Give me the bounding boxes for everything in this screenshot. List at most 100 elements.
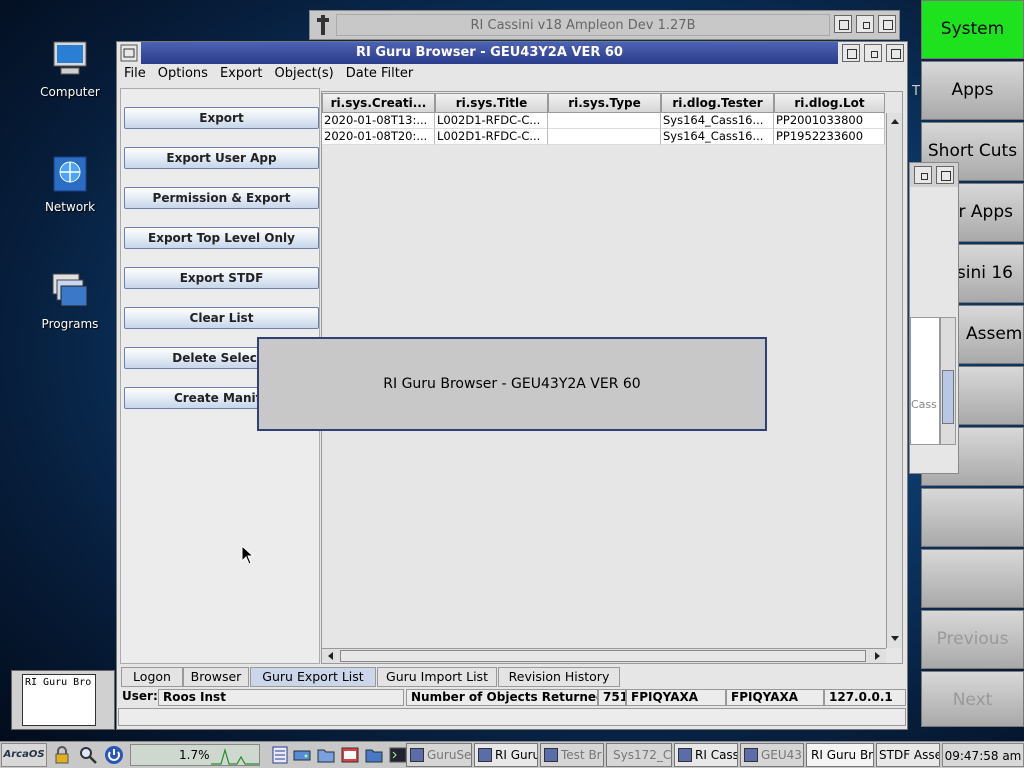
task-label: GEU43 xyxy=(761,748,802,762)
thumbnail-label: RI Guru Bro xyxy=(25,677,92,688)
taskbar-item-geu43[interactable]: GEU43 xyxy=(740,743,804,767)
terminal-icon[interactable] xyxy=(388,745,408,765)
menu-options[interactable]: Options xyxy=(152,64,214,84)
taskbar-item-ri-cass[interactable]: RI Cass xyxy=(674,743,738,767)
export-top-level-button[interactable]: Export Top Level Only xyxy=(124,227,319,249)
clear-list-button[interactable]: Clear List xyxy=(124,307,319,329)
vertical-scrollbar[interactable] xyxy=(886,113,902,648)
window-icon xyxy=(544,748,558,762)
export-user-app-button[interactable]: Export User App xyxy=(124,147,319,169)
scroll-right-icon[interactable] xyxy=(872,650,884,662)
apps-button[interactable]: Apps xyxy=(921,61,1024,120)
objects-returned-label: Number of Objects Returned = xyxy=(406,689,598,706)
window-thumbnail[interactable]: RI Guru Bro xyxy=(11,670,115,730)
partial-window: Cass xyxy=(909,162,959,474)
scroll-up-icon[interactable] xyxy=(889,115,901,127)
tab-guru-export-list[interactable]: Guru Export List xyxy=(250,667,376,687)
desktop-icon-network[interactable]: Network xyxy=(20,155,120,214)
scroll-left-icon[interactable] xyxy=(324,650,336,662)
menu-file[interactable]: File xyxy=(118,64,152,84)
menu-objects[interactable]: Object(s) xyxy=(269,64,340,84)
permission-export-button[interactable]: Permission & Export xyxy=(124,187,319,209)
column-header[interactable]: ri.dlog.Tester xyxy=(661,93,774,113)
partial-window-titlebar[interactable] xyxy=(910,163,958,187)
task-label: Test Br xyxy=(561,748,602,762)
task-label: GuruSe xyxy=(427,748,472,762)
network-icon xyxy=(53,156,87,192)
programs-icon xyxy=(52,273,88,307)
start-button[interactable]: ArcaOS xyxy=(1,743,47,767)
cassini-window: RI Cassini v18 Ampleon Dev 1.27B xyxy=(309,10,900,40)
next-button[interactable]: Next xyxy=(921,671,1024,727)
web-icon[interactable] xyxy=(340,745,360,765)
tab-logon[interactable]: Logon xyxy=(121,667,183,687)
window-menu-icon[interactable] xyxy=(120,44,138,62)
maximize-button[interactable] xyxy=(936,166,954,184)
blank-button-4[interactable] xyxy=(921,549,1024,608)
task-label: STDF Asse xyxy=(879,748,940,762)
table-cell: L002D1-RFDC-C... xyxy=(435,113,548,129)
clock[interactable]: 09:47:58 am xyxy=(942,743,1024,767)
table-cell: L002D1-RFDC-C... xyxy=(435,129,548,145)
column-header[interactable]: ri.sys.Creati... xyxy=(322,93,435,113)
partial-scrollbar[interactable] xyxy=(940,317,956,445)
minimize-button[interactable] xyxy=(914,166,932,184)
window-icon xyxy=(478,748,492,762)
guru-browser-title[interactable]: RI Guru Browser - GEU43Y2A VER 60 xyxy=(141,42,838,64)
drive-icon[interactable] xyxy=(292,745,312,765)
column-header[interactable]: ri.dlog.Lot xyxy=(774,93,885,113)
home-folder-icon[interactable] xyxy=(364,745,384,765)
task-label: RI Guru xyxy=(495,748,538,762)
restore-button[interactable] xyxy=(834,15,852,33)
splash-text: RI Guru Browser - GEU43Y2A VER 60 xyxy=(383,376,641,392)
power-icon[interactable] xyxy=(104,745,124,765)
desktop-icon-programs[interactable]: Programs xyxy=(20,272,120,331)
scroll-down-icon[interactable] xyxy=(889,633,901,645)
maximize-button[interactable] xyxy=(886,44,904,62)
horizontal-scroll-thumb[interactable] xyxy=(340,650,866,662)
user-value: Roos Inst xyxy=(158,689,404,706)
taskbar-item-ri-guru-browser[interactable]: RI Guru Bro xyxy=(806,743,874,767)
app-icon xyxy=(317,15,329,35)
tab-browser[interactable]: Browser xyxy=(183,667,249,687)
export-button[interactable]: Export xyxy=(124,107,319,129)
cassini-window-title[interactable]: RI Cassini v18 Ampleon Dev 1.27B xyxy=(336,14,830,36)
column-header[interactable]: ri.sys.Title xyxy=(435,93,548,113)
taskbar-item-ri-guru[interactable]: RI Guru xyxy=(474,743,538,767)
user-label: User: xyxy=(122,689,158,703)
taskbar-item-gurusel[interactable]: GuruSe xyxy=(406,743,472,767)
taskbar-item-test-br[interactable]: Test Br xyxy=(540,743,604,767)
windows-list-icon[interactable] xyxy=(270,745,290,765)
taskbar-item-sys172[interactable]: Sys172_C xyxy=(606,743,672,767)
menu-date-filter[interactable]: Date Filter xyxy=(340,64,419,84)
export-stdf-button[interactable]: Export STDF xyxy=(124,267,319,289)
minimize-button[interactable] xyxy=(864,44,882,62)
desktop-icon-computer[interactable]: Computer xyxy=(20,40,120,99)
tab-guru-import-list[interactable]: Guru Import List xyxy=(377,667,497,687)
table-cell: 2020-01-08T13:... xyxy=(322,113,435,129)
minimize-button[interactable] xyxy=(856,15,874,33)
system-button[interactable]: System xyxy=(921,0,1024,59)
tab-revision-history[interactable]: Revision History xyxy=(498,667,620,687)
splash-dialog: RI Guru Browser - GEU43Y2A VER 60 xyxy=(257,337,767,431)
horizontal-scrollbar[interactable] xyxy=(322,648,886,663)
taskbar-item-stdf-asse[interactable]: STDF Asse xyxy=(876,743,940,767)
search-icon[interactable] xyxy=(78,745,98,765)
menu-export[interactable]: Export xyxy=(214,64,269,84)
column-header[interactable]: ri.sys.Type xyxy=(548,93,661,113)
cpu-meter: 1.7% xyxy=(130,744,260,766)
table-cell: 2020-01-08T20:... xyxy=(322,129,435,145)
lock-icon[interactable] xyxy=(52,745,72,765)
table-cell xyxy=(548,113,661,129)
message-bar xyxy=(118,708,906,726)
partial-side-letter: T xyxy=(912,84,920,99)
restore-button[interactable] xyxy=(842,44,860,62)
maximize-button[interactable] xyxy=(878,15,896,33)
previous-button[interactable]: Previous xyxy=(921,610,1024,669)
blank-button-3[interactable] xyxy=(921,488,1024,547)
status-field-2: FPIQYAXA xyxy=(726,689,824,706)
folder-icon[interactable] xyxy=(316,745,336,765)
partial-cell: Cass xyxy=(911,398,937,411)
cpu-value: 1.7% xyxy=(179,748,210,762)
mouse-cursor-icon xyxy=(241,545,255,565)
